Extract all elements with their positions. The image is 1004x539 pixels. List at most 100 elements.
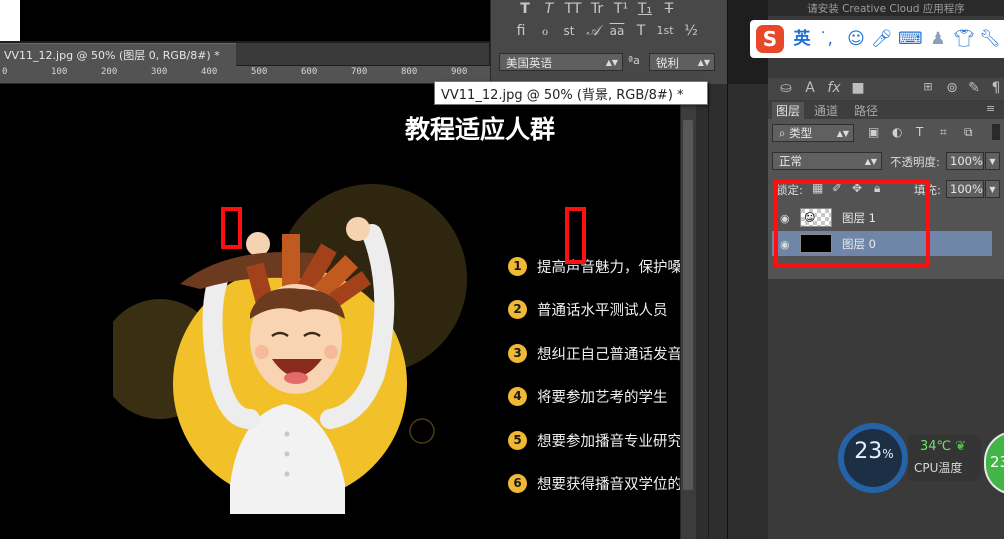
smart-object-filter-icon[interactable]: ⧉	[964, 125, 973, 140]
cpu-temperature: 34℃ ❦	[920, 439, 967, 454]
ruler-mark: 200	[101, 67, 118, 77]
ruler-mark: 700	[351, 67, 368, 77]
adjustment-icon[interactable]: ⊞	[918, 80, 938, 93]
swatch-icon[interactable]: ■	[848, 80, 868, 96]
document-tab-label: VV11_12.jpg @ 50% (图层 0, RGB/8#) *	[4, 49, 220, 62]
underline-button[interactable]: T₁	[635, 0, 655, 18]
document-canvas[interactable]: 教程适应人群 1 提高声音魅力，保护嗓 2 普通话水平测试人员 3 想纠正自己普…	[0, 84, 680, 539]
list-text: 提高声音魅力，保护嗓	[537, 259, 680, 276]
next-widget-value: 23	[990, 453, 1004, 471]
chevron-updown-icon: ▲▼	[836, 129, 849, 138]
tab-layers[interactable]: 图层	[772, 102, 805, 119]
ruler-mark: 400	[201, 67, 218, 77]
filter-toggle[interactable]	[992, 124, 1000, 140]
ruler-mark: 800	[401, 67, 418, 77]
settings-icon[interactable]: 🔧︎	[978, 28, 1002, 50]
list-item: 1 提高声音魅力，保护嗓	[508, 254, 680, 278]
all-caps-button[interactable]: TT	[563, 0, 583, 18]
blend-mode-select[interactable]: 正常 ▲▼	[772, 152, 882, 170]
panel-gutter	[696, 84, 768, 539]
creative-cloud-text: 请安装 Creative Cloud 应用程序	[807, 3, 965, 15]
type-icon[interactable]: A	[800, 80, 820, 96]
chevron-updown-icon: ▲▼	[864, 157, 877, 166]
tab-channels[interactable]: 通道	[810, 102, 842, 119]
ruler-mark: 0	[2, 67, 8, 77]
list-number: 3	[508, 343, 527, 363]
opacity-label: 不透明度:	[890, 155, 940, 169]
right-hand	[346, 217, 370, 241]
tooltip-label: VV11_12.jpg @ 50% (背景, RGB/8#) *	[441, 88, 684, 103]
window-corner	[0, 0, 20, 41]
strikethrough-button[interactable]: T	[659, 0, 679, 18]
keyboard-icon[interactable]: ⌨	[898, 28, 923, 50]
leaf-icon: ❦	[955, 439, 967, 454]
red-annotation-box	[221, 207, 242, 249]
microphone-icon[interactable]: 🎤︎	[870, 28, 894, 50]
cpu-usage-value: 23%	[854, 439, 894, 464]
adjustment-filter-icon[interactable]: ◐	[892, 125, 902, 139]
stylistic-button[interactable]: st	[559, 22, 579, 40]
image-filter-icon[interactable]: ▣	[868, 125, 879, 139]
brush-icon[interactable]: ✎	[964, 80, 984, 96]
fractions-button[interactable]: ½	[681, 22, 701, 40]
fx-icon[interactable]: fx	[824, 80, 844, 96]
paint-bucket-icon[interactable]: ⛀	[776, 80, 796, 96]
cpu-label: CPU温度	[914, 461, 963, 475]
language-value: 美国英语	[506, 56, 552, 70]
search-icon: ⌕	[779, 126, 790, 140]
italic-button[interactable]: T	[539, 0, 559, 18]
left-hand	[246, 232, 270, 256]
red-annotation-box	[565, 207, 586, 264]
chevron-updown-icon: ▲▼	[697, 58, 710, 67]
ime-toolbar[interactable]: S 英 ˙, ☺ 🎤︎ ⌨ ♟ 👕︎ 🔧︎	[750, 20, 1004, 58]
opacity-input[interactable]: 100%	[946, 152, 984, 170]
titling-button[interactable]: aa	[607, 22, 627, 40]
layer-filter-value: 类型	[789, 126, 813, 140]
document-tab[interactable]: VV11_12.jpg @ 50% (图层 0, RGB/8#) *	[0, 43, 236, 66]
antialias-value: 锐利	[656, 56, 679, 70]
panel-icon-row: ⛀ A fx ■ ⊞ ⊚ ✎ ¶	[768, 78, 1004, 100]
canvas-top-area	[20, 0, 490, 41]
ordinals-button[interactable]: 1st	[655, 22, 675, 40]
cpu-monitor-widget[interactable]: 34℃ ❦ CPU温度 23%	[838, 423, 1004, 501]
character-panel: T T TT Tr T¹ T₁ T ﬁ ℴ st 𝒜 aa T 1st ½ 美国…	[490, 0, 727, 84]
fill-value: 100%	[950, 182, 983, 196]
layer-filter-select[interactable]: ⌕ 类型 ▲▼	[772, 124, 854, 142]
ime-mode-toggle[interactable]: 英	[790, 28, 814, 50]
language-select[interactable]: 美国英语 ▲▼	[499, 53, 623, 71]
ordinal-button[interactable]: T	[631, 22, 651, 40]
horizontal-ruler[interactable]: 0 100 200 300 400 500 600 700 800 900	[0, 66, 490, 84]
punctuation-icon[interactable]: ˙,	[814, 28, 838, 50]
list-text: 普通话水平测试人员	[537, 302, 668, 319]
link-icon[interactable]: ⊚	[942, 80, 962, 96]
list-number: 2	[508, 299, 527, 319]
ruler-mark: 900	[451, 67, 468, 77]
user-icon[interactable]: ♟	[926, 28, 950, 50]
ruler-mark: 100	[51, 67, 68, 77]
emoji-icon[interactable]: ☺	[844, 28, 868, 50]
scrollbar-thumb[interactable]	[683, 120, 693, 490]
bold-button[interactable]: T	[515, 0, 535, 18]
opacity-dropdown-button[interactable]: ▼	[985, 152, 1000, 170]
fill-dropdown-button[interactable]: ▼	[985, 180, 1000, 198]
tab-paths[interactable]: 路径	[850, 102, 882, 119]
antialias-select[interactable]: 锐利 ▲▼	[649, 53, 715, 71]
skin-icon[interactable]: 👕︎	[952, 28, 976, 50]
swash-button[interactable]: 𝒜	[583, 22, 603, 40]
cpu-info-box: 34℃ ❦ CPU温度	[908, 435, 981, 481]
discretionary-ligature-button[interactable]: ℴ	[535, 22, 555, 40]
list-number: 4	[508, 386, 527, 406]
list-item: 3 想纠正自己普通话发音	[508, 341, 680, 365]
ligature-button[interactable]: ﬁ	[511, 22, 531, 40]
superscript-button[interactable]: T¹	[611, 0, 631, 18]
small-caps-button[interactable]: Tr	[587, 0, 607, 18]
panel-menu-icon[interactable]: ≡	[986, 102, 995, 115]
creative-cloud-bar[interactable]: 请安装 Creative Cloud 应用程序	[768, 0, 1004, 16]
type-filter-icon[interactable]: T	[916, 125, 923, 139]
fill-input[interactable]: 100%	[946, 180, 984, 198]
paragraph-icon[interactable]: ¶	[986, 80, 1004, 96]
shape-filter-icon[interactable]: ⌗	[940, 125, 947, 140]
sogou-logo-icon[interactable]: S	[756, 25, 784, 53]
divider	[708, 84, 709, 539]
document-tooltip: VV11_12.jpg @ 50% (背景, RGB/8#) *	[434, 81, 708, 105]
